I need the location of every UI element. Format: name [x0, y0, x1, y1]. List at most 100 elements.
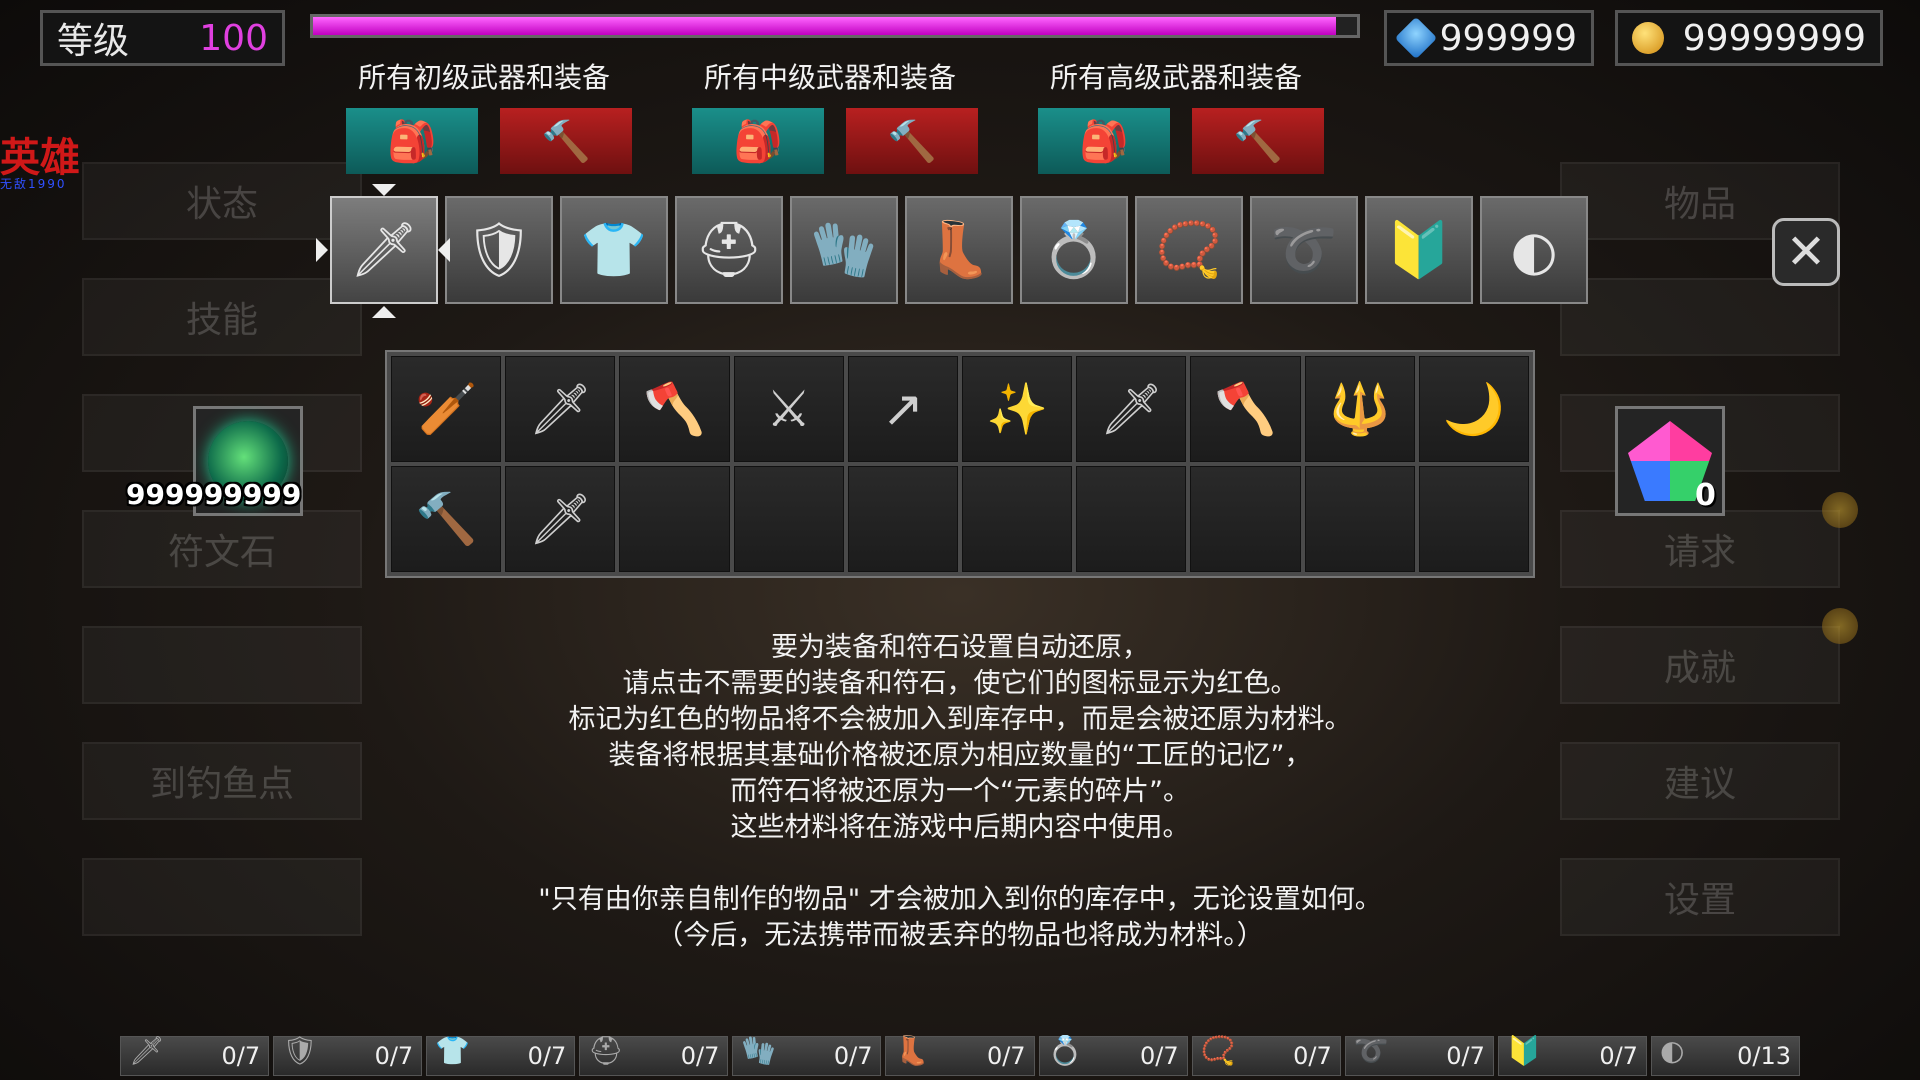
close-button[interactable]: ✕: [1772, 218, 1840, 286]
menu-items-label: 物品: [1663, 184, 1736, 225]
equipment-slot[interactable]: 🏏: [391, 356, 502, 462]
hammer-icon: 🔨: [887, 118, 937, 165]
menu-achievements[interactable]: 成就: [1560, 626, 1840, 704]
armor-icon: 👕: [580, 218, 648, 281]
category-label-basic: 所有初级武器和装备: [358, 61, 611, 94]
menu-status[interactable]: 状态: [82, 162, 362, 240]
equipment-slot[interactable]: 🪓: [1190, 356, 1301, 462]
level-display: 等级 100: [40, 10, 285, 66]
counter-value: 0/7: [221, 1042, 261, 1070]
helmet-icon: ⛑: [694, 218, 764, 281]
level-label: 等级: [57, 21, 130, 62]
counter-value: 0/13: [1737, 1042, 1792, 1070]
info-note-line: "只有由你亲自制作的物品" 才会被加入到你的库存中，无论设置如何。: [538, 884, 1382, 915]
info-line: 要为装备和符石设置自动还原，: [771, 632, 1149, 663]
rune-count: 999999999: [126, 478, 302, 511]
gold-coin-icon: [1632, 22, 1664, 54]
equipment-slot[interactable]: 🌙: [1418, 356, 1529, 462]
equipment-type-tab[interactable]: 👢: [905, 196, 1013, 304]
equipment-slot[interactable]: 🔱: [1304, 356, 1415, 462]
boots-icon: 👢: [925, 218, 993, 281]
equipment-counter: 📿 0/7: [1191, 1034, 1341, 1076]
equipment-type-tab[interactable]: 🔰: [1365, 196, 1473, 304]
equipment-counter: 🛡 0/7: [273, 1034, 423, 1076]
menu-slot-5[interactable]: [82, 626, 362, 704]
equipment-type-tab[interactable]: ◐: [1480, 196, 1588, 304]
equipment-type-tab[interactable]: 🛡: [445, 196, 553, 304]
hammer-icon: 🔨: [541, 118, 591, 165]
menu-slot-7[interactable]: [82, 858, 362, 936]
shield-icon: 🛡: [464, 218, 534, 281]
equipment-slot[interactable]: ✨: [961, 356, 1073, 462]
close-icon: ✕: [1785, 224, 1827, 280]
menu-achievements-label: 成就: [1663, 648, 1736, 689]
info-line: 装备将根据其基础价格被还原为相应数量的“工匠的记忆”，: [608, 740, 1312, 771]
equipment-counter: 👢 0/7: [885, 1034, 1035, 1076]
menu-skills-label: 技能: [185, 300, 258, 341]
counter-value: 0/7: [1446, 1042, 1485, 1070]
equipment-slot[interactable]: ⚔: [733, 356, 844, 462]
menu-request-label: 请求: [1663, 532, 1736, 573]
equipment-counter: ⛑ 0/7: [579, 1034, 729, 1076]
menu-suggestions[interactable]: 建议: [1560, 742, 1840, 820]
advanced-keep-bag-button[interactable]: 🎒: [1038, 108, 1170, 174]
sword-icon: 🗡: [1099, 379, 1164, 438]
equipment-slot[interactable]: ↗: [847, 356, 958, 462]
equipment-type-tab[interactable]: ⛑: [675, 196, 783, 304]
equipment-slot[interactable]: 🔨: [391, 466, 502, 572]
menu-settings[interactable]: 设置: [1560, 858, 1840, 936]
equipment-slot[interactable]: 🗡: [505, 356, 616, 462]
equipment-type-tab[interactable]: 👕: [560, 196, 668, 304]
basic-keep-bag-button[interactable]: 🎒: [346, 108, 478, 174]
intermediate-reduce-hammer-button[interactable]: 🔨: [846, 108, 978, 174]
category-label-advanced: 所有高级武器和装备: [1050, 61, 1303, 94]
empty-slot: [1076, 466, 1187, 572]
info-line: 请点击不需要的装备和符石，使它们的图标显示为红色。: [622, 668, 1298, 699]
advanced-reduce-hammer-button[interactable]: 🔨: [1192, 108, 1324, 174]
equipment-type-tab[interactable]: ➰: [1250, 196, 1358, 304]
equipment-type-tab[interactable]: 🧤: [790, 196, 898, 304]
club-icon: 🏏: [414, 379, 478, 438]
gloves-icon: 🧤: [810, 218, 878, 281]
menu-fishing-spot-label: 到钓鱼点: [149, 764, 294, 805]
intermediate-keep-bag-button[interactable]: 🎒: [692, 108, 824, 174]
selection-arrow-right-icon: [316, 238, 328, 262]
menu-runestone[interactable]: 符文石: [82, 510, 362, 588]
info-line: 这些材料将在游戏中后期内容中使用。: [730, 812, 1190, 843]
coin-indicator-icon: [1822, 608, 1858, 644]
info-line: 而符石将被还原为一个“元素的碎片”。: [730, 776, 1190, 807]
wand-icon: ✨: [985, 379, 1049, 438]
crystal-count: 0: [1695, 478, 1716, 513]
belt-icon: ➰: [1353, 1033, 1389, 1067]
sword-icon: 🗡: [129, 1033, 165, 1067]
equipment-slot[interactable]: 🪓: [619, 356, 730, 462]
empty-slot: [733, 466, 844, 572]
equipment-type-tab[interactable]: 🗡: [330, 196, 438, 304]
menu-request[interactable]: 请求: [1560, 510, 1840, 588]
menu-status-label: 状态: [185, 184, 258, 225]
empty-slot: [1418, 466, 1529, 572]
gold-count: 99999999: [1682, 17, 1866, 59]
counter-value: 0/7: [374, 1042, 414, 1070]
equipment-slot[interactable]: 🗡: [505, 466, 616, 572]
gem-currency: 999999: [1384, 10, 1594, 66]
equipment-type-tab[interactable]: 💍: [1020, 196, 1128, 304]
staff-icon: 🔱: [1328, 379, 1391, 438]
ring-icon: 💍: [1040, 218, 1108, 281]
scimitar-icon: ⚔: [766, 380, 812, 438]
counter-value: 0/7: [1599, 1042, 1638, 1070]
bag-icon: 🎒: [1079, 118, 1129, 165]
menu-runestone-label: 符文石: [167, 532, 276, 573]
level-value: 100: [199, 17, 268, 59]
battle-axe-icon: 🪓: [1214, 379, 1277, 438]
equipment-slot[interactable]: 🗡: [1076, 356, 1187, 462]
gem-count: 999999: [1439, 17, 1577, 59]
info-note-line: （今后，无法携带而被丢弃的物品也将成为材料。）: [656, 920, 1264, 951]
axe-icon: 🪓: [643, 379, 706, 438]
basic-reduce-hammer-button[interactable]: 🔨: [500, 108, 632, 174]
spear-icon: ↗: [881, 380, 924, 438]
menu-right-slot-2[interactable]: [1560, 278, 1840, 356]
equipment-type-tab[interactable]: 📿: [1135, 196, 1243, 304]
menu-skills[interactable]: 技能: [82, 278, 362, 356]
menu-fishing-spot[interactable]: 到钓鱼点: [82, 742, 362, 820]
